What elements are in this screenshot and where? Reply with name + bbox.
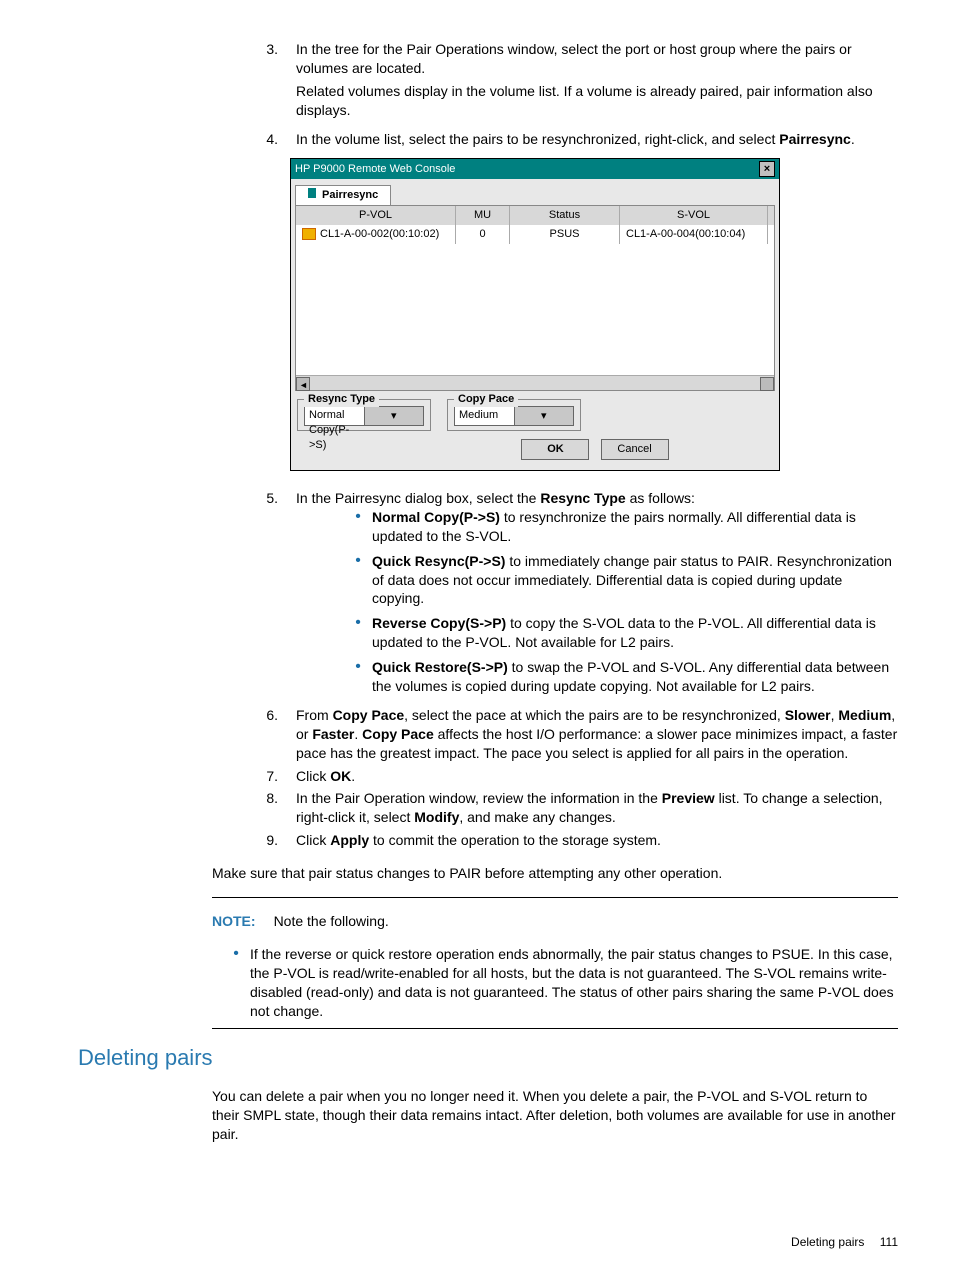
step-4: 4. In the volume list, select the pairs … (242, 130, 898, 149)
select-value: Medium (455, 407, 514, 425)
divider (212, 1028, 898, 1029)
step-num: 4. (242, 130, 296, 149)
page-footer: Deleting pairs 111 (56, 1234, 898, 1250)
step-num: 7. (242, 767, 296, 786)
t: . (354, 726, 362, 742)
bullet-icon: • (334, 508, 372, 546)
bold-term: Faster (312, 726, 354, 742)
dialog-titlebar: HP P9000 Remote Web Console × (291, 159, 779, 179)
pairresync-dialog: HP P9000 Remote Web Console × Pairresync… (290, 158, 780, 471)
bold-term: Copy Pace (362, 726, 434, 742)
step-7: 7. Click OK. (242, 767, 898, 786)
step-num: 5. (242, 489, 296, 702)
bold-term: Quick Resync(P->S) (372, 553, 505, 569)
col-mu: MU (456, 206, 510, 225)
bullet-icon: • (334, 614, 372, 652)
tab-label: Pairresync (322, 189, 378, 201)
page-number: 111 (868, 1235, 898, 1249)
list-item: •Quick Resync(P->S) to immediately chang… (334, 552, 898, 609)
bullet-icon: • (334, 658, 372, 696)
bold-term: Preview (662, 790, 715, 806)
chevron-down-icon: ▾ (364, 407, 424, 425)
step-3: 3. In the tree for the Pair Operations w… (242, 40, 898, 126)
divider (212, 897, 898, 898)
cell: 0 (456, 225, 510, 244)
resync-type-group: Resync Type Normal Copy(P->S) ▾ (297, 399, 431, 431)
list-item: •Quick Restore(S->P) to swap the P-VOL a… (334, 658, 898, 696)
col-status: Status (510, 206, 620, 225)
copy-pace-select[interactable]: Medium ▾ (454, 406, 574, 426)
step-text: In the tree for the Pair Operations wind… (296, 41, 852, 76)
t: . (351, 768, 355, 784)
bold-term: Quick Restore(S->P) (372, 659, 508, 675)
bold-term: Slower (785, 707, 831, 723)
bullet-icon: • (334, 552, 372, 609)
t: From (296, 707, 333, 723)
cell: CL1-A-00-004(00:10:04) (620, 225, 768, 244)
cancel-button[interactable]: Cancel (601, 439, 669, 460)
group-label: Resync Type (304, 392, 379, 407)
bold-term: Pairresync (779, 131, 851, 147)
col-svol: S-VOL (620, 206, 768, 225)
bold-term: Modify (414, 809, 459, 825)
note-bullet: • If the reverse or quick restore operat… (212, 945, 898, 1021)
note-lead: Note the following. (274, 913, 389, 929)
after-steps: Make sure that pair status changes to PA… (56, 864, 898, 883)
volume-table: P-VOL MU Status S-VOL CL1-A-00-002(00:10… (295, 205, 775, 391)
list-item: •Normal Copy(P->S) to resynchronize the … (334, 508, 898, 546)
step-num: 8. (242, 789, 296, 827)
t: Click (296, 832, 330, 848)
step-text: In the Pairresync dialog box, select the (296, 490, 540, 506)
step-text: as follows: (626, 490, 695, 506)
step-num: 3. (242, 40, 296, 126)
bold-term: Reverse Copy(S->P) (372, 615, 506, 631)
step-text: . (851, 131, 855, 147)
t: Click (296, 768, 330, 784)
bold-term: Copy Pace (333, 707, 405, 723)
note-text: If the reverse or quick restore operatio… (250, 945, 898, 1021)
deleting-body: You can delete a pair when you no longer… (56, 1087, 898, 1144)
table-row[interactable]: CL1-A-00-002(00:10:02) 0 PSUS CL1-A-00-0… (296, 225, 774, 244)
chevron-down-icon: ▾ (514, 407, 574, 425)
t: to commit the operation to the storage s… (369, 832, 661, 848)
list-item: •Reverse Copy(S->P) to copy the S-VOL da… (334, 614, 898, 652)
t: , select the pace at which the pairs are… (404, 707, 785, 723)
bullet-icon: • (212, 945, 250, 1021)
step-text: In the volume list, select the pairs to … (296, 131, 779, 147)
step-5: 5. In the Pairresync dialog box, select … (242, 489, 898, 702)
select-value: Normal Copy(P->S) (305, 407, 364, 425)
bold-term: Medium (838, 707, 891, 723)
cell: PSUS (510, 225, 620, 244)
t: , and make any changes. (459, 809, 615, 825)
cell: CL1-A-00-002(00:10:02) (320, 228, 439, 240)
step-text-2: Related volumes display in the volume li… (296, 82, 898, 120)
resync-type-select[interactable]: Normal Copy(P->S) ▾ (304, 406, 424, 426)
group-label: Copy Pace (454, 392, 518, 407)
t: In the Pair Operation window, review the… (296, 790, 662, 806)
volume-icon (302, 228, 316, 240)
heading-deleting-pairs: Deleting pairs (56, 1043, 898, 1073)
bold-term: Normal Copy(P->S) (372, 509, 500, 525)
footer-text: Deleting pairs (791, 1235, 864, 1249)
step-9: 9. Click Apply to commit the operation t… (242, 831, 898, 850)
step-6: 6. From Copy Pace, select the pace at wh… (242, 706, 898, 763)
ok-button[interactable]: OK (521, 439, 589, 460)
bold-term: Resync Type (540, 490, 625, 506)
col-pvol: P-VOL (296, 206, 456, 225)
bold-term: OK (330, 768, 351, 784)
h-scrollbar[interactable]: ◄► (296, 375, 774, 390)
tab-pairresync[interactable]: Pairresync (295, 185, 391, 205)
note-label: NOTE: (212, 913, 274, 929)
step-num: 6. (242, 706, 296, 763)
dialog-title: HP P9000 Remote Web Console (295, 162, 455, 177)
close-icon[interactable]: × (759, 161, 775, 177)
note-line: NOTE:Note the following. (212, 912, 898, 931)
bold-term: Apply (330, 832, 369, 848)
step-num: 9. (242, 831, 296, 850)
copy-pace-group: Copy Pace Medium ▾ (447, 399, 581, 431)
step-8: 8. In the Pair Operation window, review … (242, 789, 898, 827)
